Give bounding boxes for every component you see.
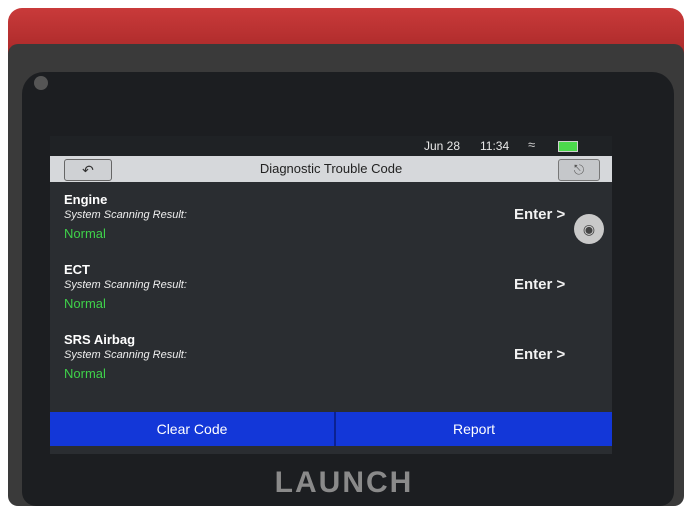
battery-icon xyxy=(558,141,578,152)
system-result-label: System Scanning Result: xyxy=(64,349,187,361)
page-title: Diagnostic Trouble Code xyxy=(259,161,403,176)
enter-button-engine[interactable]: Enter > xyxy=(514,206,565,223)
system-status: Normal xyxy=(64,366,106,381)
system-name: Engine xyxy=(64,192,108,207)
enter-button-srs-airbag[interactable]: Enter > xyxy=(514,346,565,363)
status-time: 11:34 xyxy=(480,139,510,153)
system-row-engine: Engine System Scanning Result: Normal En… xyxy=(50,192,612,262)
camera-icon: ◉ xyxy=(582,221,596,237)
system-row-ect: ECT System Scanning Result: Normal Enter… xyxy=(50,262,612,332)
bottom-action-bar: Clear Code Report xyxy=(50,412,612,446)
exit-button[interactable]: ⎋ xyxy=(558,159,600,181)
system-result-label: System Scanning Result: xyxy=(64,279,187,291)
status-date: Jun 28 xyxy=(424,139,461,153)
wifi-icon: ≈ xyxy=(528,137,536,152)
exit-icon: ⎋ xyxy=(573,162,585,177)
system-status: Normal xyxy=(64,296,106,311)
device-screen: Jun 28 11:34 ≈ ↶ Diagnostic Trouble Code… xyxy=(50,136,612,454)
device-brand-logo: LAUNCH xyxy=(274,466,414,499)
system-name: SRS Airbag xyxy=(64,332,136,347)
system-result-label: System Scanning Result: xyxy=(64,209,187,221)
system-name: ECT xyxy=(64,262,90,277)
bezel-sensor xyxy=(34,76,48,90)
screenshot-button[interactable]: ◉ xyxy=(574,214,604,244)
system-row-srs-airbag: SRS Airbag System Scanning Result: Norma… xyxy=(50,332,612,402)
title-bar: ↶ Diagnostic Trouble Code ⎋ xyxy=(50,156,612,182)
report-button[interactable]: Report xyxy=(336,412,612,446)
enter-button-ect[interactable]: Enter > xyxy=(514,276,565,293)
clear-code-button[interactable]: Clear Code xyxy=(50,412,334,446)
status-bar: Jun 28 11:34 ≈ xyxy=(50,136,612,156)
system-status: Normal xyxy=(64,226,106,241)
